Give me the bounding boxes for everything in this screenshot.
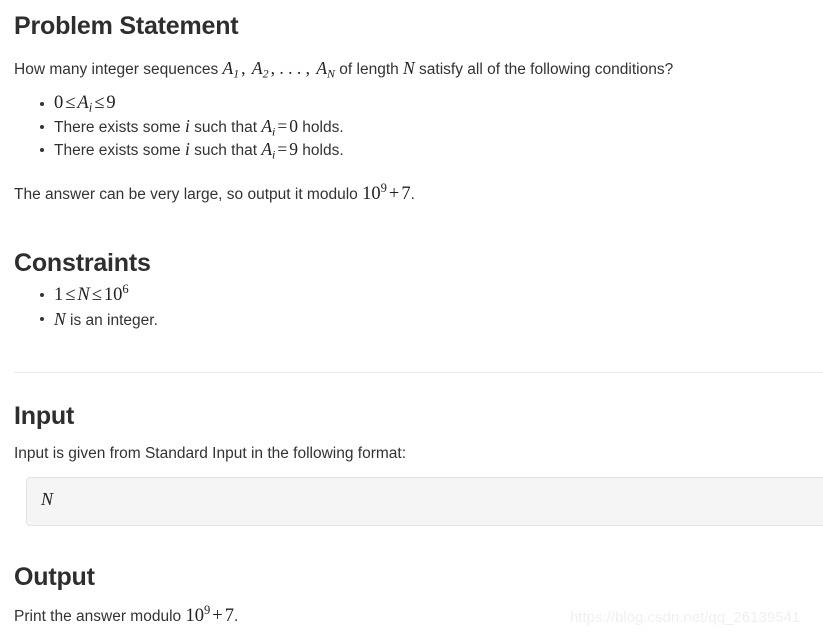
condition-lead-text: There exists some [54,119,185,136]
seq-an-subscript: N [327,66,335,81]
seq-a1-symbol: A [222,58,234,78]
plus-operator: + [212,606,223,626]
condition-a-symbol: A [261,116,273,136]
list-item: N is an integer. [14,307,158,331]
condition-equation: Ai = 0 [261,116,298,137]
constraints-list: 1 ≤ N ≤106 N is an integer. [14,283,158,331]
condition-a-symbol: A [261,139,273,159]
output-heading: Output [14,563,95,591]
le-operator-1: ≤ [65,93,76,113]
output-modulo-addend: 7 [224,606,234,626]
intro-text-mid: of length [334,61,404,78]
output-description: Print the answer modulo 109 +7. [14,603,238,631]
modulo-expression: 109 +7 [362,181,411,204]
modulo-addend: 7 [401,184,411,204]
condition-mid-text: such that [189,142,262,159]
range-lower-bound: 0 [54,93,64,113]
output-text-before: Print the answer modulo [14,608,186,625]
equals-operator: = [277,139,288,159]
list-item: 0 ≤ Ai ≤9 [14,92,344,115]
constraint-upper-base: 10 [103,285,123,305]
list-item: There exists some i such that Ai = 9 holds… [14,138,344,161]
condition-value: 9 [289,139,298,159]
sequence-notation: A1, A2, . . . , AN [222,58,335,81]
constraint-range-math: 1 ≤ N ≤106 [54,282,129,305]
problem-conditions-list: 0 ≤ Ai ≤9 There exists some i such that Ai =… [14,92,344,161]
output-modulo-base: 10 [185,606,204,626]
plus-operator: + [388,184,400,204]
modulo-exponent: 9 [380,181,387,196]
seq-a2-subscript: 2 [262,66,269,81]
le-operator-2: ≤ [91,285,102,305]
constraint-upper-exponent: 6 [122,282,129,297]
range-a-symbol: A [77,93,89,113]
condition-mid-text: such that [189,119,262,136]
list-item: 1 ≤ N ≤106 [14,283,158,307]
condition-tail-text: holds. [297,119,344,136]
condition-value: 0 [289,116,298,136]
le-operator-1: ≤ [65,285,76,305]
problem-intro-paragraph: How many integer sequences A1, A2, . . .… [14,55,673,81]
seq-separator-2: , . . . , [270,58,315,78]
input-format-code-block: N [26,477,823,526]
watermark-text: https://blog.csdn.net/qq_26139541 [570,609,801,626]
output-period: . [233,608,239,625]
constraint-integer-text: is an integer. [65,312,158,329]
condition-equation: Ai = 9 [261,139,298,160]
seq-a2-symbol: A [251,58,263,78]
equals-operator: = [277,116,288,136]
length-n-symbol: N [403,58,415,78]
problem-page: Problem Statement How many integer seque… [0,0,823,639]
intro-text-after: satisfy all of the following conditions? [414,61,674,78]
input-heading: Input [14,402,75,430]
seq-an-symbol: A [316,58,328,78]
section-divider [14,372,823,373]
condition-range-math: 0 ≤ Ai ≤9 [54,93,116,114]
input-description: Input is given from Standard Input in th… [14,445,407,462]
modulo-base: 10 [362,184,381,204]
modulo-note-paragraph: The answer can be very large, so output … [14,181,415,209]
problem-statement-heading: Problem Statement [14,12,239,40]
modulo-text-before: The answer can be very large, so output … [14,186,363,203]
modulo-period: . [410,186,415,203]
list-item: There exists some i such that Ai = 0 holds… [14,115,344,138]
input-format-value: N [41,489,54,509]
output-modulo-expression: 109 +7 [185,604,234,626]
condition-lead-text: There exists some [54,142,185,159]
seq-separator-1: , [241,58,250,78]
range-upper-bound: 9 [106,93,116,113]
condition-tail-text: holds. [297,142,344,159]
le-operator-2: ≤ [94,93,105,113]
constraint-n-symbol: N [77,285,90,305]
constraint-lower-bound: 1 [54,285,64,305]
intro-text-before: How many integer sequences [14,61,223,78]
constraints-heading: Constraints [14,249,151,277]
constraint-n-symbol: N [54,309,66,329]
